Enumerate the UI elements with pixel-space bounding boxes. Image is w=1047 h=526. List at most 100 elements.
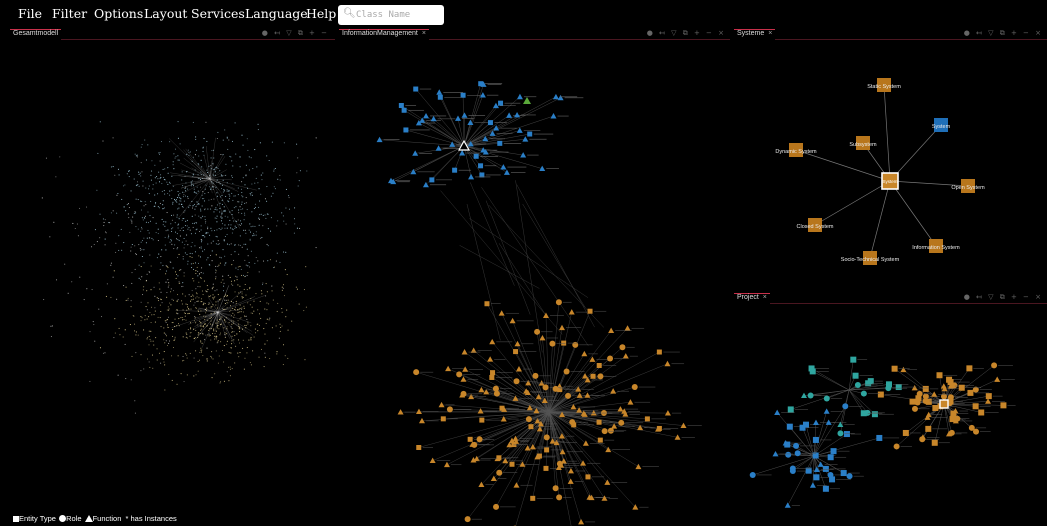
graph-canvas[interactable] [339, 29, 730, 526]
menu-filter[interactable]: Filter [52, 6, 87, 21]
graph-edge [459, 245, 540, 289]
overview-node [157, 316, 159, 318]
overview-node [279, 174, 281, 176]
overview-node [176, 216, 178, 218]
overview-node [139, 279, 142, 281]
overview-node [193, 304, 195, 306]
overview-node [264, 343, 266, 345]
overview-node [161, 218, 163, 221]
overview-node [209, 264, 211, 266]
function-node [438, 401, 445, 408]
overview-node [142, 289, 144, 291]
graph-canvas[interactable]: Static SystemSystemOpen SystemInformatio… [734, 29, 1047, 291]
menu-language[interactable]: Language [245, 6, 308, 21]
overview-node [177, 137, 179, 139]
overview-node [243, 305, 245, 307]
overview-node [203, 198, 205, 200]
graph-canvas[interactable] [734, 293, 1047, 526]
graph-edge [473, 350, 550, 413]
overview-node [197, 190, 199, 192]
overview-node [239, 244, 241, 246]
overview-node [182, 309, 184, 311]
overview-node [191, 180, 193, 182]
overview-node [172, 201, 174, 203]
overview-node [218, 299, 221, 301]
overview-node [167, 234, 170, 236]
function-node [539, 334, 546, 341]
overview-node [193, 357, 195, 359]
overview-node [214, 230, 216, 232]
overview-node [76, 223, 78, 225]
overview-node [151, 314, 153, 316]
overview-node [152, 184, 154, 186]
overview-node [167, 167, 169, 169]
overview-node [207, 226, 209, 228]
overview-node [190, 308, 192, 310]
graph-edge [463, 115, 554, 147]
overview-node [94, 229, 96, 231]
overview-node [157, 232, 159, 235]
menu-help[interactable]: Help [306, 6, 336, 21]
overview-node [212, 358, 214, 360]
overview-node [247, 265, 249, 267]
overview-node [135, 352, 137, 354]
overview-node [239, 304, 241, 306]
overview-node [112, 276, 114, 278]
overview-node [273, 168, 275, 170]
overview-node [293, 232, 295, 234]
overview-node [184, 225, 187, 227]
overview-node [224, 215, 226, 217]
overview-node [160, 326, 162, 328]
overview-node [142, 180, 144, 182]
entity-type-node [596, 362, 602, 368]
overview-node [237, 312, 239, 314]
menu-layout[interactable]: Layout [144, 6, 187, 21]
overview-node [247, 302, 249, 304]
menu-file[interactable]: File [18, 6, 42, 21]
overview-node [232, 165, 234, 167]
legend-role: Role [66, 514, 82, 523]
overview-node [148, 361, 150, 363]
menu-services[interactable]: Services [191, 6, 245, 21]
overview-node [153, 286, 155, 288]
overview-node [128, 217, 130, 219]
search-input[interactable] [356, 7, 440, 23]
entity-type-node [401, 107, 407, 113]
entity-type-node [452, 167, 458, 173]
overview-node [244, 212, 246, 214]
overview-node [161, 208, 164, 210]
overview-node [240, 208, 242, 211]
overview-node [244, 357, 246, 359]
overview-node [227, 148, 229, 151]
overview-node [178, 203, 180, 205]
overview-node [264, 352, 266, 354]
overview-node [183, 200, 185, 202]
overview-node [243, 307, 245, 309]
overview-node [100, 316, 103, 318]
overview-node [160, 174, 162, 176]
overview-node [191, 253, 193, 255]
function-node [604, 479, 611, 485]
overview-node [267, 245, 269, 247]
overview-node [190, 328, 192, 330]
overview-node [246, 346, 248, 349]
overview-node [295, 286, 297, 288]
overview-node [170, 230, 173, 233]
overview-node [237, 266, 239, 268]
overview-node [199, 217, 201, 219]
overview-node [204, 318, 206, 320]
overview-node [161, 182, 163, 185]
menu-options[interactable]: Options [94, 6, 143, 21]
overview-node [124, 343, 126, 345]
overview-node [184, 195, 186, 197]
overview-node [174, 222, 176, 224]
overview-node [240, 307, 242, 309]
overview-node [149, 271, 151, 274]
overview-node [158, 253, 160, 255]
overview-node [187, 260, 189, 262]
graph-canvas[interactable] [10, 29, 335, 526]
graph-edge [463, 145, 472, 177]
class-name-search[interactable]: 🔍︎ [338, 5, 444, 25]
overview-node [174, 244, 176, 246]
function-node [664, 410, 671, 416]
